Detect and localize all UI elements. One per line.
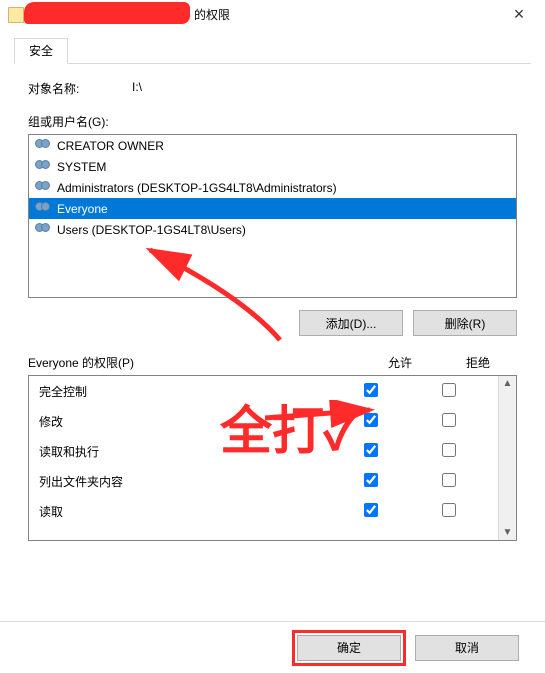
titlebar: 的权限 ×	[0, 0, 545, 30]
deny-checkbox[interactable]	[442, 503, 456, 517]
users-icon	[35, 181, 51, 195]
deny-checkbox[interactable]	[442, 413, 456, 427]
remove-button[interactable]: 删除(R)	[413, 310, 517, 336]
user-list-item-label: CREATOR OWNER	[57, 139, 164, 153]
user-list-item[interactable]: Users (DESKTOP-1GS4LT8\Users)	[29, 219, 516, 240]
allow-checkbox[interactable]	[364, 383, 378, 397]
permissions-for-label: Everyone 的权限(P)	[28, 354, 361, 371]
user-list-item[interactable]: Everyone	[29, 198, 516, 219]
tab-strip: 安全	[14, 36, 531, 64]
user-list-item-label: SYSTEM	[57, 160, 106, 174]
users-icon	[35, 202, 51, 216]
scrollbar[interactable]: ▲ ▼	[498, 376, 516, 540]
allow-checkbox[interactable]	[364, 413, 378, 427]
user-list-item-label: Everyone	[57, 202, 108, 216]
ok-button[interactable]: 确定	[297, 635, 401, 661]
deny-checkbox[interactable]	[442, 383, 456, 397]
permission-name: 修改	[39, 413, 332, 430]
user-group-listbox[interactable]: CREATOR OWNER SYSTEM Administrators (DESKT…	[28, 134, 517, 298]
user-list-item[interactable]: CREATOR OWNER	[29, 135, 516, 156]
permission-name: 列出文件夹内容	[39, 473, 332, 490]
permission-row: 修改	[29, 406, 498, 436]
allow-checkbox[interactable]	[364, 443, 378, 457]
permission-name: 完全控制	[39, 383, 332, 400]
users-icon	[35, 160, 51, 174]
deny-column-header: 拒绝	[439, 354, 517, 371]
user-list-item-label: Users (DESKTOP-1GS4LT8\Users)	[57, 223, 246, 237]
security-panel: 对象名称: I:\ 组或用户名(G): CREATOR OWNER SYSTEM A…	[14, 64, 531, 553]
permission-name: 读取和执行	[39, 443, 332, 460]
permission-name: 读取	[39, 503, 332, 520]
redaction-scribble	[24, 2, 190, 24]
deny-checkbox[interactable]	[442, 473, 456, 487]
add-button[interactable]: 添加(D)...	[299, 310, 403, 336]
object-name-value: I:\	[132, 80, 142, 97]
cancel-button[interactable]: 取消	[415, 635, 519, 661]
deny-checkbox[interactable]	[442, 443, 456, 457]
permission-row: 读取	[29, 496, 498, 526]
users-icon	[35, 139, 51, 153]
permission-row: 完全控制	[29, 376, 498, 406]
folder-icon	[8, 7, 24, 23]
allow-checkbox[interactable]	[364, 503, 378, 517]
user-list-item-label: Administrators (DESKTOP-1GS4LT8\Administ…	[57, 181, 337, 195]
permission-row: 读取和执行	[29, 436, 498, 466]
user-list-item[interactable]: Administrators (DESKTOP-1GS4LT8\Administ…	[29, 177, 516, 198]
window-title-suffix: 的权限	[194, 6, 230, 23]
allow-column-header: 允许	[361, 354, 439, 371]
permissions-table: 完全控制修改读取和执行列出文件夹内容读取 ▲ ▼	[28, 375, 517, 541]
users-icon	[35, 223, 51, 237]
permission-row: 列出文件夹内容	[29, 466, 498, 496]
scroll-down-icon[interactable]: ▼	[503, 527, 513, 538]
close-button[interactable]: ×	[499, 0, 539, 30]
allow-checkbox[interactable]	[364, 473, 378, 487]
user-list-item[interactable]: SYSTEM	[29, 156, 516, 177]
object-name-label: 对象名称:	[28, 80, 132, 97]
groups-label: 组或用户名(G):	[28, 113, 517, 130]
scroll-up-icon[interactable]: ▲	[503, 378, 513, 389]
tab-security[interactable]: 安全	[14, 38, 68, 64]
dialog-footer: 确定 取消	[0, 621, 545, 673]
